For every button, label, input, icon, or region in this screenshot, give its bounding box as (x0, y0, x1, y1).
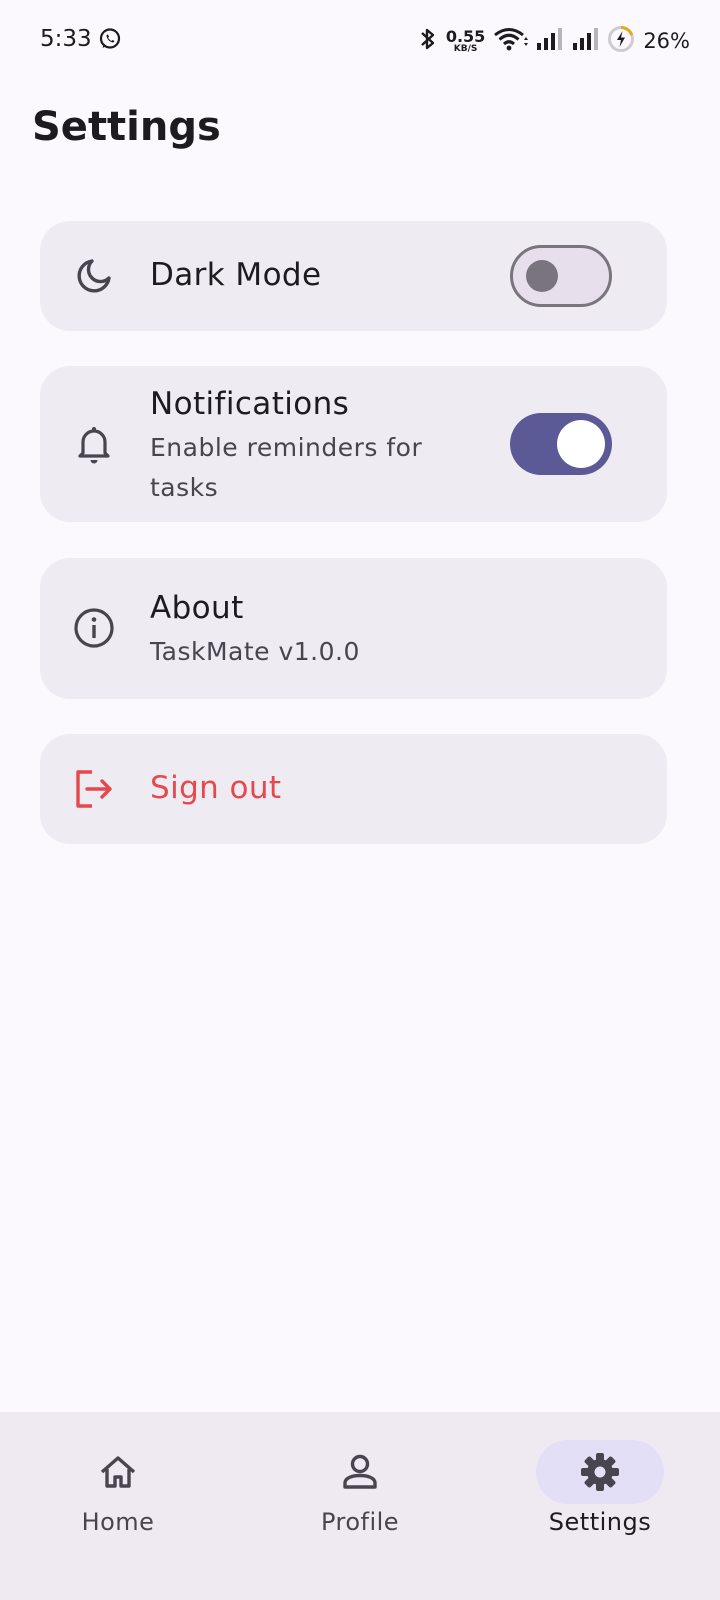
notifications-switch[interactable] (510, 413, 612, 475)
sign-out-button[interactable]: Sign out (40, 734, 667, 844)
speed-unit: KB/S (453, 43, 478, 54)
signal-icon (535, 26, 565, 56)
app-version: TaskMate v1.0.0 (150, 637, 360, 666)
about-label: About (150, 590, 244, 626)
nav-label: Settings (548, 1508, 652, 1536)
nav-label: Profile (320, 1508, 400, 1536)
switch-thumb (557, 420, 605, 468)
nav-label: Home (81, 1508, 155, 1536)
status-time: 5:33 (40, 26, 92, 52)
sign-out-label: Sign out (150, 770, 282, 806)
info-icon (72, 606, 116, 650)
nav-profile[interactable]: Profile (260, 1412, 460, 1600)
battery-percent: 26% (643, 29, 690, 53)
dark-mode-label: Dark Mode (150, 257, 322, 293)
signal-icon (571, 26, 601, 56)
wifi-icon (493, 26, 529, 56)
notifications-description: Enable reminders for tasks (150, 433, 423, 502)
logout-icon (72, 767, 116, 811)
speed-value: 0.55 (445, 26, 486, 46)
switch-thumb (526, 260, 558, 292)
page-title: Settings (32, 104, 221, 150)
status-bar: 5:33 0.55 KB/S 26% (0, 0, 720, 84)
whatsapp-icon (98, 27, 122, 55)
person-icon (338, 1450, 382, 1494)
bluetooth-icon (418, 26, 438, 56)
dark-mode-switch[interactable] (510, 245, 612, 307)
home-icon (96, 1450, 140, 1494)
about-setting[interactable]: About TaskMate v1.0.0 (40, 558, 667, 699)
moon-icon (72, 254, 116, 298)
nav-home[interactable]: Home (18, 1412, 218, 1600)
notifications-label: Notifications (150, 386, 350, 422)
network-speed: 0.55 KB/S (445, 26, 486, 54)
notifications-setting[interactable]: Notifications Enable reminders for tasks (40, 366, 667, 522)
bottom-navigation: Home Profile Settings (0, 1412, 720, 1600)
nav-settings[interactable]: Settings (500, 1412, 700, 1600)
dark-mode-setting[interactable]: Dark Mode (40, 221, 667, 331)
bell-icon (72, 422, 116, 466)
battery-charging-icon (607, 25, 635, 57)
gear-icon (578, 1450, 622, 1494)
